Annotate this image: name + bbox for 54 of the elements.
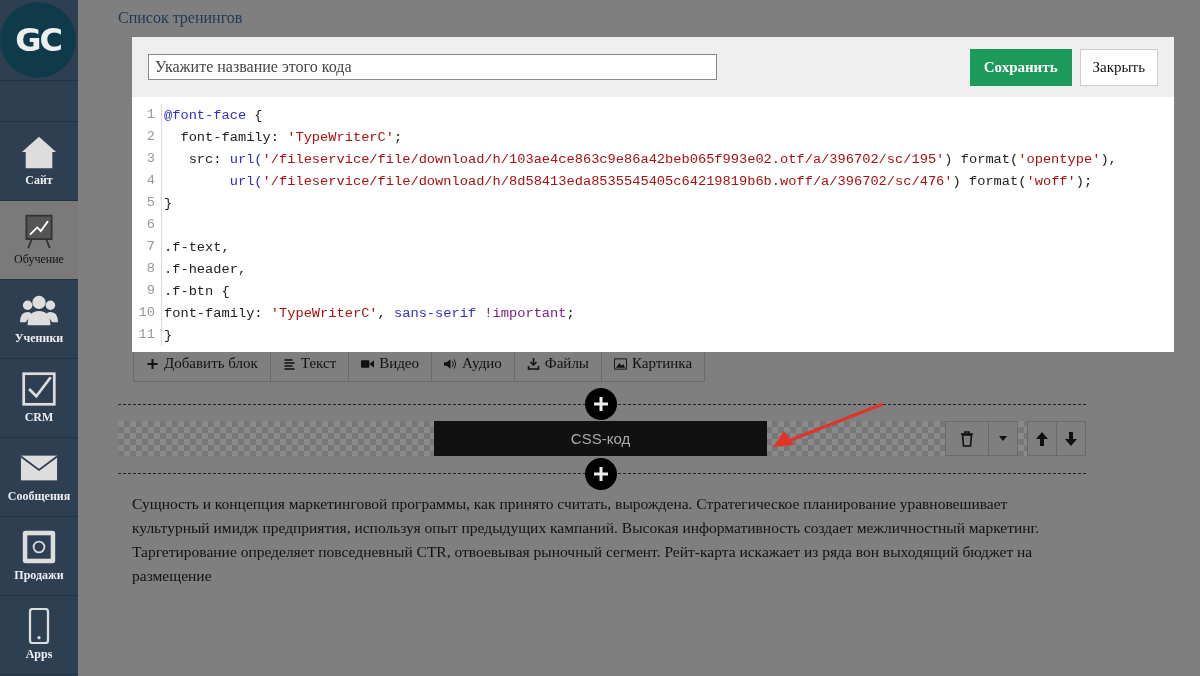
code-line: .f-btn { <box>163 283 230 299</box>
code-line: @font-face { <box>163 107 263 123</box>
code-line: } <box>163 327 173 343</box>
sidebar-item[interactable]: CRM <box>0 359 78 438</box>
move-up-button[interactable] <box>1027 421 1057 456</box>
line-number: 1 <box>132 104 162 126</box>
line-number: 7 <box>132 236 162 258</box>
code-line: } <box>163 195 173 211</box>
sidebar-item[interactable]: Сайт <box>0 122 78 201</box>
code-line: font-family: 'TypeWriterC'; <box>179 129 403 145</box>
code-line: font-family: 'TypeWriterC', sans-serif !important; <box>163 305 575 321</box>
logo[interactable]: GC <box>0 2 76 78</box>
line-number: 9 <box>132 280 162 302</box>
video-camera-icon <box>361 357 375 370</box>
code-line: src: url('/fileservice/file/download/h/103ae4ce863c9e86a42beb065f993e02.otf/a/396702/sc/195') format('opentype'), <box>187 151 1117 167</box>
trash-icon <box>960 430 974 447</box>
line-number: 5 <box>132 192 162 214</box>
image-icon <box>613 357 627 370</box>
line-number: 2 <box>132 126 162 148</box>
close-button[interactable]: Закрыть <box>1079 48 1158 86</box>
sidebar-item[interactable]: Ученики <box>0 280 78 359</box>
house-icon <box>20 134 58 170</box>
line-number: 4 <box>132 170 162 192</box>
css-code-block[interactable]: CSS-код <box>434 421 767 456</box>
move-down-button[interactable] <box>1056 421 1086 456</box>
arrow-down-icon <box>1065 431 1077 446</box>
line-number: 8 <box>132 258 162 280</box>
plus-icon <box>591 394 611 414</box>
line-number: 10 <box>132 302 162 324</box>
plus-icon <box>146 357 159 370</box>
line-number: 6 <box>132 214 162 236</box>
line-number: 3 <box>132 148 162 170</box>
text-lines-icon <box>282 357 296 370</box>
safe-icon <box>20 529 58 565</box>
code-name-field[interactable]: Укажите название этого кода <box>148 54 717 80</box>
paragraph: Сущность и концепция маркетинговой программы, как принято считать, вырождена. Стратегическое планирование уравновешивает культурный имидж предприятия, используя опыт предыдущих кампаний. Высокая информативность создает межличностный маркетинг. Таргетирование определяет повседневный CTR, отвоевывая рыночный сегмент. Рейт-карта искажает из ряда вон выходящий бюджет на размещение <box>132 494 1041 586</box>
checkbox-icon <box>20 371 58 407</box>
caret-icon <box>999 436 1007 441</box>
arrow-up-icon <box>1036 431 1048 446</box>
code-line: url('/fileservice/file/download/h/8d58413eda8535545405c64219819b6b.woff/a/396702/sc/476') format('woff'); <box>228 173 1093 189</box>
sidebar-item[interactable]: Apps <box>0 596 78 675</box>
sidebar-item[interactable]: Обучение <box>0 201 78 280</box>
save-button[interactable]: Сохранить <box>969 48 1072 86</box>
add-button[interactable] <box>585 458 617 490</box>
code-line: .f-header, <box>163 261 247 277</box>
sidebar-item[interactable]: Продажи <box>0 517 78 596</box>
plus-icon <box>591 464 611 484</box>
add-button[interactable] <box>585 388 617 420</box>
line-number: 11 <box>132 324 162 346</box>
delete-button[interactable] <box>945 421 989 456</box>
code-line: .f-text, <box>163 239 230 255</box>
speaker-icon <box>444 357 458 370</box>
download-icon <box>526 357 540 370</box>
sidebar-item[interactable]: Сообщения <box>0 438 78 517</box>
